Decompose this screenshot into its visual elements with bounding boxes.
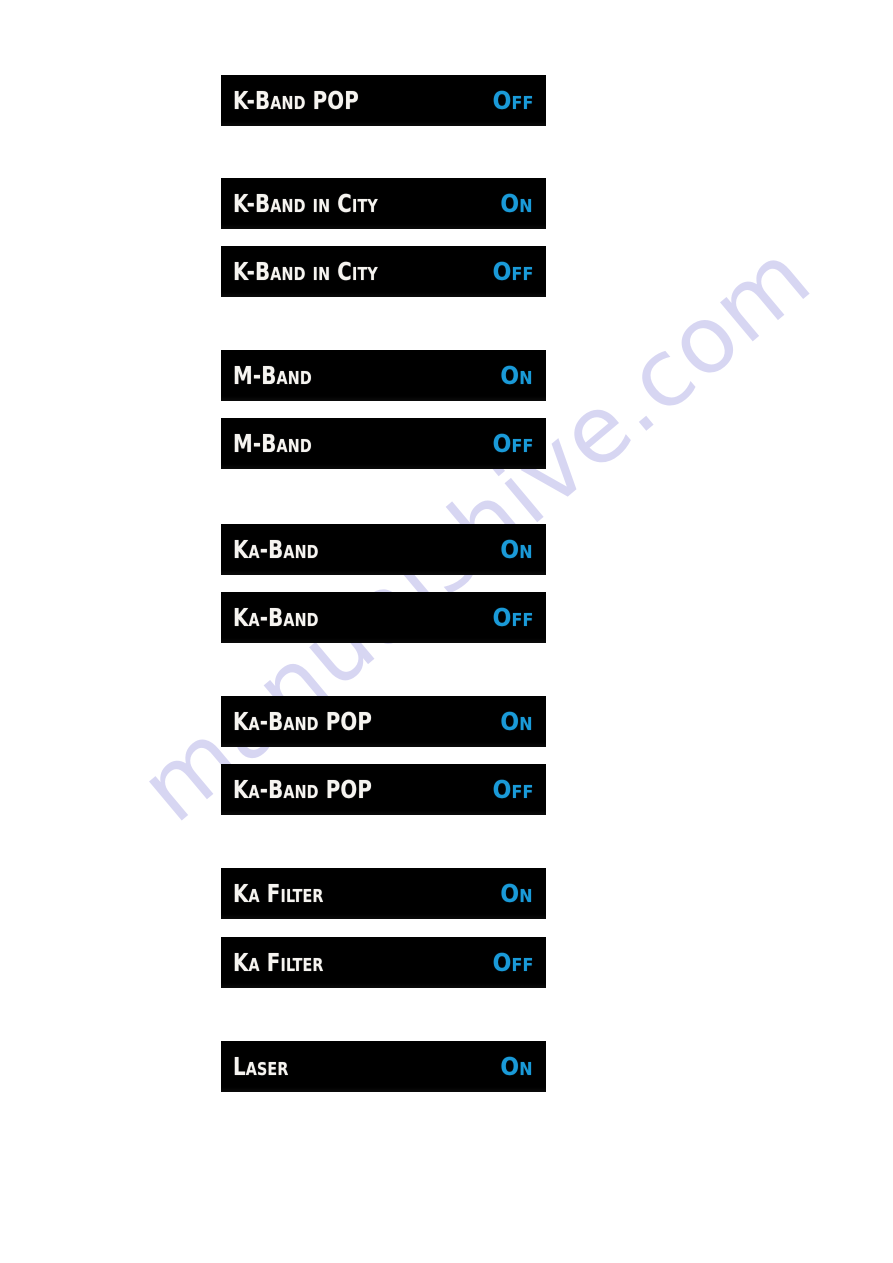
lcd-setting-state: On [500,879,533,908]
lcd-setting-state: On [500,361,533,390]
lcd-setting-state: Off [492,775,533,804]
lcd-display-row: M-Band Off [221,418,546,469]
lcd-setting-state: On [500,189,533,218]
lcd-display-row: Ka-Band Off [221,592,546,643]
lcd-setting-label: K-Band in City [233,257,378,286]
lcd-setting-label: K-Band in City [233,189,378,218]
lcd-display-row: Ka-Band POP Off [221,764,546,815]
lcd-setting-label: M-Band [233,429,312,458]
lcd-display-row: K-Band in City On [221,178,546,229]
lcd-setting-label: Laser [233,1052,289,1081]
lcd-setting-state: Off [492,429,533,458]
lcd-setting-label: Ka-Band POP [233,775,373,804]
lcd-display-row: K-Band POP Off [221,75,546,126]
lcd-setting-label: Ka Filter [233,879,324,908]
lcd-setting-label: Ka-Band [233,535,319,564]
lcd-setting-state: Off [492,86,533,115]
lcd-setting-state: On [500,1052,533,1081]
lcd-setting-label: K-Band POP [233,86,359,115]
lcd-setting-state: On [500,707,533,736]
manual-page: manualshive.com K-Band POPOffK-Band in C… [0,0,893,1263]
lcd-display-row: Ka-Band POP On [221,696,546,747]
lcd-display-row: Ka Filter Off [221,937,546,988]
lcd-display-row: Laser On [221,1041,546,1092]
lcd-setting-label: M-Band [233,361,312,390]
lcd-setting-state: On [500,535,533,564]
lcd-display-row: K-Band in City Off [221,246,546,297]
lcd-display-row: Ka-Band On [221,524,546,575]
lcd-setting-label: Ka Filter [233,948,324,977]
lcd-setting-state: Off [492,257,533,286]
lcd-setting-label: Ka-Band [233,603,319,632]
lcd-setting-state: Off [492,948,533,977]
lcd-display-row: M-Band On [221,350,546,401]
lcd-setting-label: Ka-Band POP [233,707,373,736]
lcd-display-row: Ka Filter On [221,868,546,919]
lcd-display-list: K-Band POP Off K-Band in City On K-Band in C… [0,0,893,1263]
lcd-setting-state: Off [492,603,533,632]
